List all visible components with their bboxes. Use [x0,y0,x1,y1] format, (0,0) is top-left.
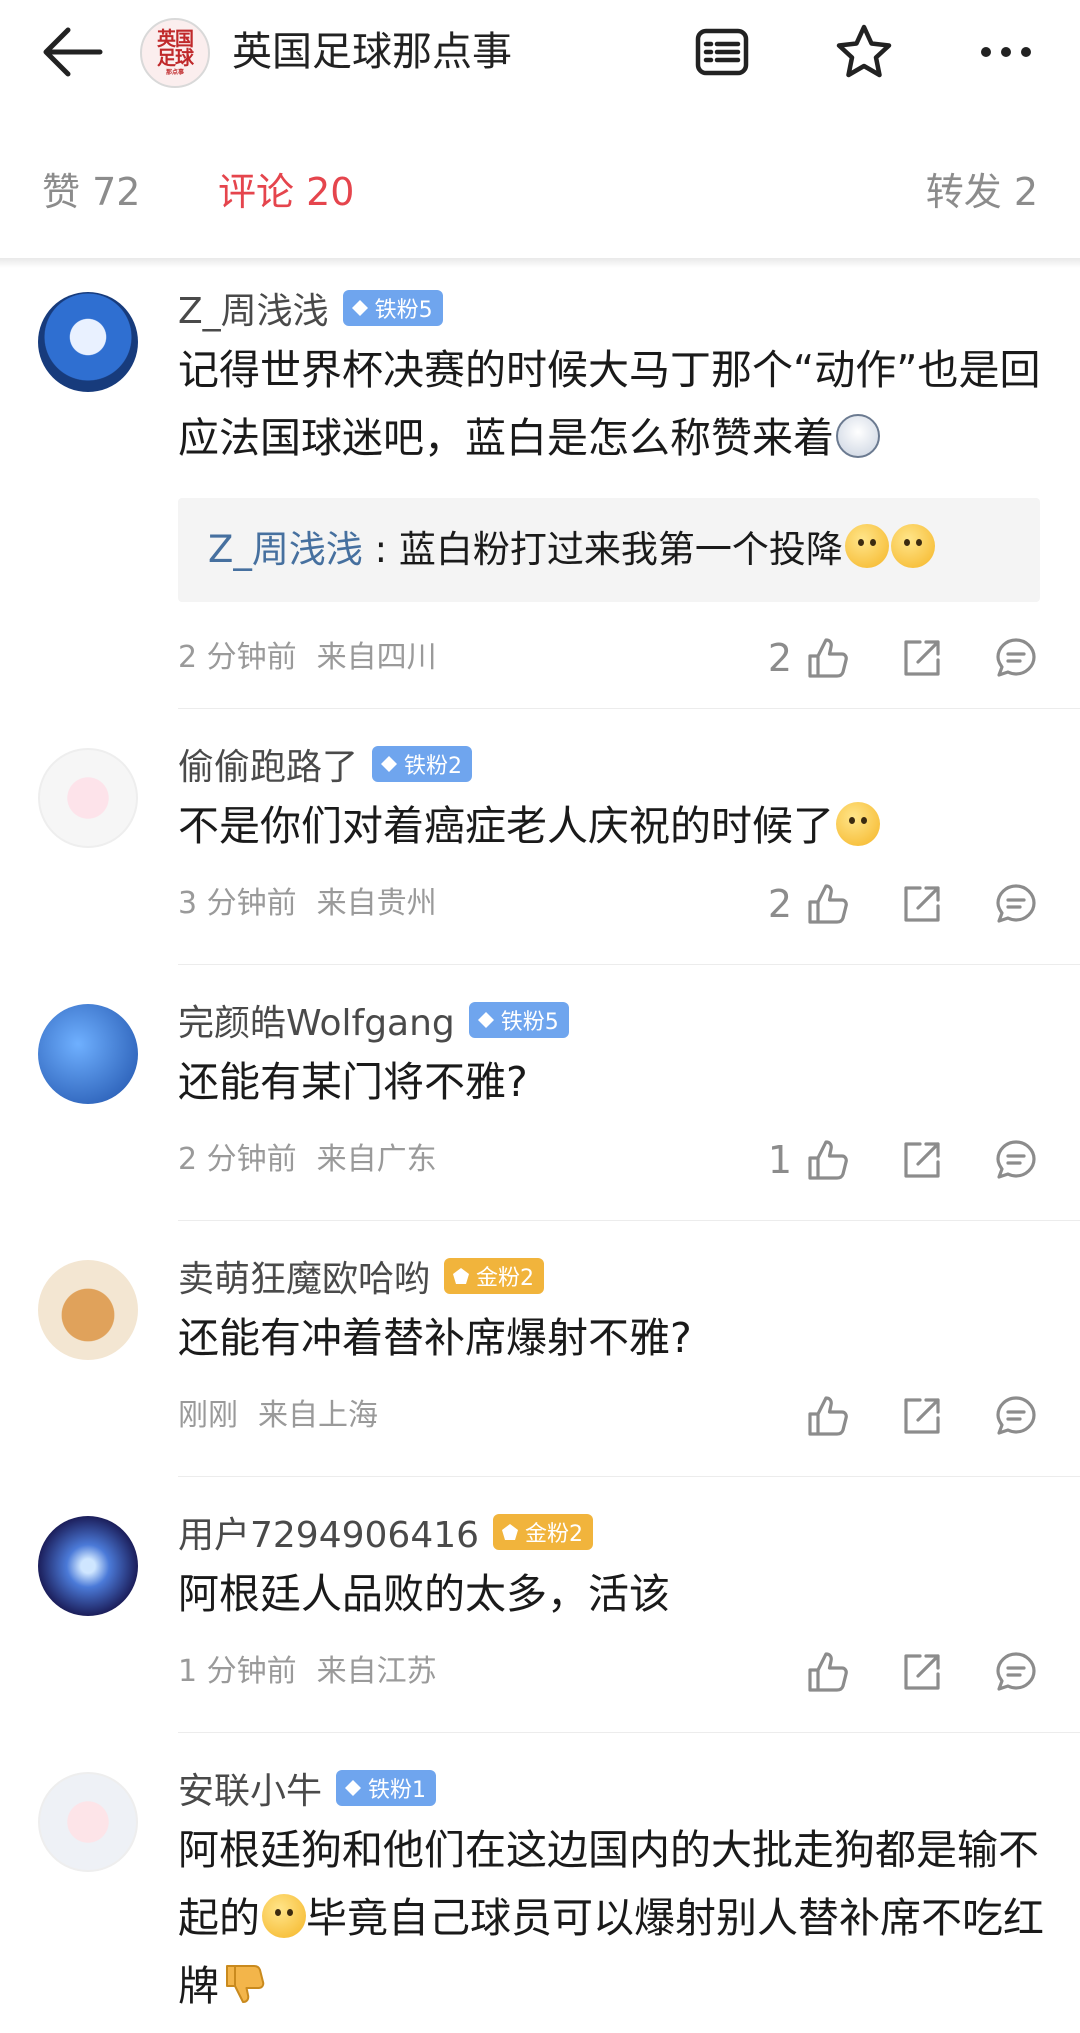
comment-text: 记得世界杯决赛的时候大马丁那个“动作”也是回应法国球迷吧，蓝白是怎么称赞来着 [178,346,1041,462]
account-logo[interactable]: 英国 足球 那点事 [140,18,210,88]
tab-comments[interactable]: 评论 20 [218,168,354,216]
list-icon[interactable] [692,22,752,82]
share-icon[interactable] [900,1650,944,1694]
page-title[interactable]: 英国足球那点事 [232,22,512,82]
smirk-emoji-icon [262,1894,306,1938]
like-count: 1 [767,1138,792,1182]
thumbs-down-emoji-icon [226,1965,265,2003]
like-icon[interactable] [806,1138,850,1182]
like-count: 2 [767,636,792,680]
reply-icon[interactable] [994,1650,1038,1694]
comment-text: 阿根廷狗和他们在这边国内的大批走狗都是输不起的 毕竟自己球员可以爆射别人替补席不吃… [178,1826,1044,2010]
diamond-icon [381,756,398,772]
reply-icon[interactable] [994,882,1038,926]
avatar[interactable] [38,1516,138,1616]
reply-icon[interactable] [994,636,1038,680]
comment-actions [0,1390,1080,1442]
username[interactable]: 完颜皓Wolfgang [178,994,455,1046]
avatar[interactable] [38,292,138,392]
fan-badge[interactable]: 金粉2 [444,1258,545,1294]
share-icon[interactable] [900,882,944,926]
pentagon-gem-icon [502,1524,519,1540]
diamond-icon [345,1780,362,1796]
avatar[interactable] [38,1260,138,1360]
laughing-crying-emoji-icon [836,802,880,846]
fan-badge[interactable]: 铁粉5 [468,1002,569,1038]
fan-badge[interactable]: 金粉2 [493,1514,594,1550]
reply-preview[interactable]: Z_周浅浅 : 蓝白粉打过来我第一个投降 [178,498,1040,602]
fan-badge[interactable]: 铁粉2 [372,746,473,782]
comment-text: 不是你们对着癌症老人庆祝的时候了 [178,792,1048,860]
like-icon[interactable] [806,636,850,680]
fan-badge[interactable]: 铁粉5 [342,290,443,326]
like-icon[interactable] [806,882,850,926]
share-icon[interactable] [900,1138,944,1182]
comment-text: 还能有冲着替补席爆射不雅? [178,1314,692,1362]
comment-text: 还能有某门将不雅? [178,1058,528,1106]
hug-emoji-icon [890,524,935,568]
username[interactable]: 偷偷跑路了 [178,738,358,790]
like-icon[interactable] [806,1650,850,1694]
comment-actions [0,1646,1080,1698]
tab-reposts[interactable]: 转发 2 [926,168,1038,216]
username[interactable]: 安联小牛 [178,1762,322,1814]
reply-username[interactable]: Z_周浅浅 [208,528,363,571]
comment-actions: 1 [0,1134,1080,1186]
username[interactable]: Z_周浅浅 [178,282,329,334]
dog-emoji-icon [836,414,880,458]
diamond-icon [477,1012,494,1028]
back-arrow-icon[interactable] [40,24,104,80]
avatar[interactable] [38,1004,138,1104]
pentagon-gem-icon [453,1268,470,1284]
tab-bar: 赞 72 评论 20 转发 2 [0,104,1080,260]
top-bar: 英国 足球 那点事 英国足球那点事 [0,0,1080,104]
avatar[interactable] [38,1772,138,1872]
username[interactable]: 用户7294906416 [178,1506,479,1558]
fan-badge[interactable]: 铁粉1 [336,1770,437,1806]
crying-emoji-icon [844,524,889,568]
comment-text: 阿根廷人品败的太多，活该 [178,1570,670,1618]
share-icon[interactable] [900,1394,944,1438]
diamond-icon [351,300,368,316]
like-icon[interactable] [806,1394,850,1438]
like-count: 2 [767,882,792,926]
comment-actions: 2 [0,632,1080,684]
star-icon[interactable] [834,22,894,82]
reply-icon[interactable] [994,1394,1038,1438]
header-divider [0,258,1080,268]
reply-icon[interactable] [994,1138,1038,1182]
tab-likes[interactable]: 赞 72 [42,168,140,216]
share-icon[interactable] [900,636,944,680]
more-icon[interactable] [976,22,1036,82]
comment-actions: 2 [0,878,1080,930]
username[interactable]: 卖萌狂魔欧哈哟 [178,1250,430,1302]
avatar[interactable] [38,748,138,848]
